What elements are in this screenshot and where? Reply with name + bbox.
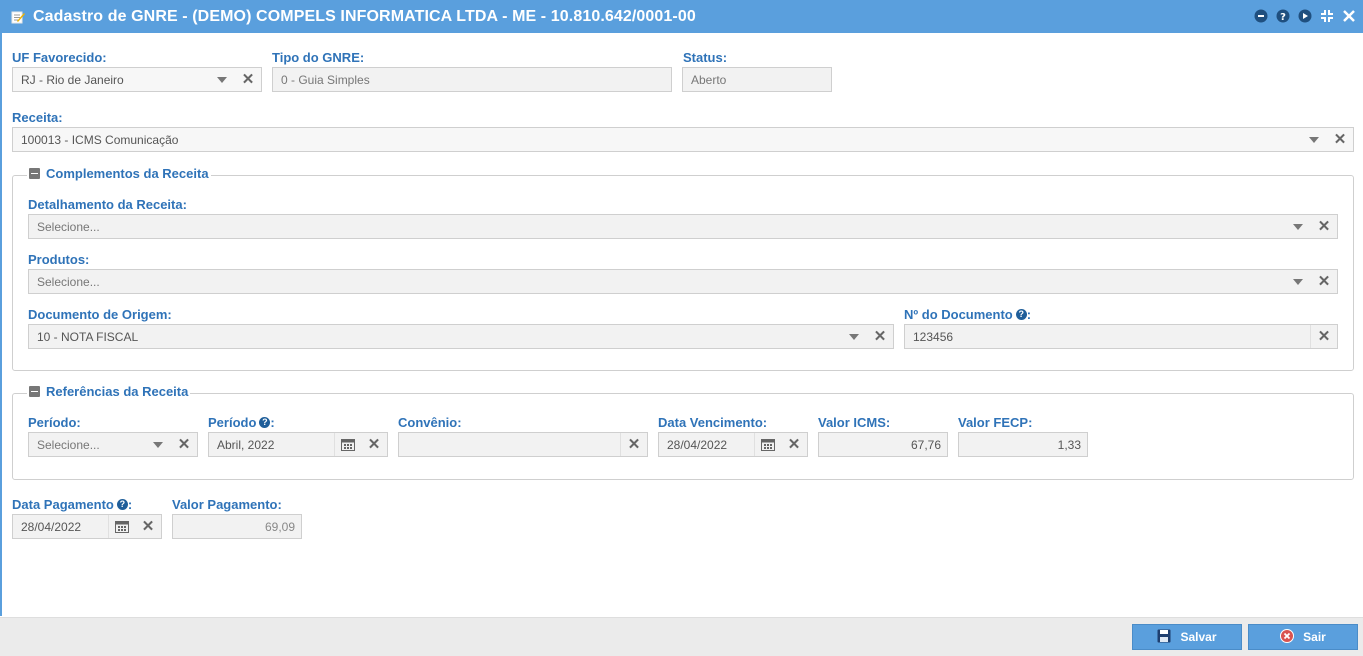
data-pagamento-label: Data Pagamento?: xyxy=(12,497,133,512)
periodo2-label: Período?: xyxy=(208,415,275,430)
referencias-title: Referências da Receita xyxy=(46,384,189,399)
data-pagamento-value: 28/04/2022 xyxy=(21,519,82,534)
convenio-label: Convênio: xyxy=(398,415,462,430)
receita-select[interactable]: 100013 - ICMS Comunicação ✕ xyxy=(12,127,1354,152)
produtos-label: Produtos: xyxy=(28,252,90,267)
valor-pagamento-label: Valor Pagamento: xyxy=(172,497,282,512)
title-controls: ? xyxy=(1253,8,1357,24)
numero-documento-value: 123456 xyxy=(913,329,954,344)
minimize-icon[interactable] xyxy=(1253,8,1269,24)
clear-icon[interactable]: ✕ xyxy=(1327,128,1353,151)
convenio-input[interactable]: ✕ xyxy=(398,432,648,457)
help-icon[interactable]: ? xyxy=(116,499,128,510)
complementos-legend[interactable]: Complementos da Receita xyxy=(27,166,211,181)
receita-label: Receita: xyxy=(12,110,63,125)
clear-icon[interactable]: ✕ xyxy=(361,433,387,456)
periodo-label: Período: xyxy=(28,415,81,430)
clear-icon[interactable]: ✕ xyxy=(621,433,647,456)
svg-text:?: ? xyxy=(1280,12,1286,23)
status-field: Aberto xyxy=(682,67,832,92)
valor-icms-field: 67,76 xyxy=(818,432,948,457)
uf-favorecido-value: RJ - Rio de Janeiro xyxy=(21,72,124,87)
detalhamento-label: Detalhamento da Receita: xyxy=(28,197,187,212)
data-vencimento-input[interactable]: 28/04/2022 ✕ xyxy=(658,432,808,457)
title-bar: Cadastro de GNRE - (DEMO) COMPELS INFORM… xyxy=(0,0,1363,33)
help-icon[interactable]: ? xyxy=(259,417,271,428)
numero-documento-label: Nº do Documento?: xyxy=(904,307,1032,322)
documento-origem-value: 10 - NOTA FISCAL xyxy=(37,329,139,344)
valor-fecp-field: 1,33 xyxy=(958,432,1088,457)
compress-icon[interactable] xyxy=(1319,8,1335,24)
calendar-icon[interactable] xyxy=(335,433,361,456)
periodo2-input[interactable]: Abril, 2022 ✕ xyxy=(208,432,388,457)
tipo-gnre-value: 0 - Guia Simples xyxy=(281,72,370,87)
valor-pagamento-field: 69,09 xyxy=(172,514,302,539)
exit-button[interactable]: Sair xyxy=(1248,624,1358,650)
periodo-placeholder: Selecione... xyxy=(37,437,100,452)
documento-origem-select[interactable]: 10 - NOTA FISCAL ✕ xyxy=(28,324,894,349)
collapse-icon[interactable] xyxy=(29,386,40,397)
tipo-gnre-field: 0 - Guia Simples xyxy=(272,67,672,92)
chevron-down-icon[interactable] xyxy=(145,433,171,456)
exit-circle-icon xyxy=(1280,628,1295,646)
data-pagamento-input[interactable]: 28/04/2022 ✕ xyxy=(12,514,162,539)
receita-value: 100013 - ICMS Comunicação xyxy=(21,132,179,147)
tipo-gnre-label: Tipo do GNRE: xyxy=(272,50,365,65)
edit-document-icon xyxy=(11,10,25,24)
chevron-down-icon[interactable] xyxy=(1285,270,1311,293)
detalhamento-placeholder: Selecione... xyxy=(37,219,100,234)
footer-bar: Salvar Sair xyxy=(0,617,1363,656)
chevron-down-icon[interactable] xyxy=(209,68,235,91)
detalhamento-select[interactable]: Selecione... ✕ xyxy=(28,214,1338,239)
next-icon[interactable] xyxy=(1297,8,1313,24)
help-icon[interactable]: ? xyxy=(1275,8,1291,24)
clear-icon[interactable]: ✕ xyxy=(1311,270,1337,293)
clear-icon[interactable]: ✕ xyxy=(135,515,161,538)
save-button[interactable]: Salvar xyxy=(1132,624,1242,650)
clear-icon[interactable]: ✕ xyxy=(235,68,261,91)
clear-icon[interactable]: ✕ xyxy=(171,433,197,456)
calendar-icon[interactable] xyxy=(109,515,135,538)
numero-documento-input[interactable]: 123456 ✕ xyxy=(904,324,1338,349)
clear-icon[interactable]: ✕ xyxy=(1311,325,1337,348)
calendar-icon[interactable] xyxy=(755,433,781,456)
referencias-legend[interactable]: Referências da Receita xyxy=(27,384,191,399)
valor-icms-label: Valor ICMS: xyxy=(818,415,891,430)
gnre-window: Cadastro de GNRE - (DEMO) COMPELS INFORM… xyxy=(0,0,1363,656)
clear-icon[interactable]: ✕ xyxy=(867,325,893,348)
uf-favorecido-select[interactable]: RJ - Rio de Janeiro ✕ xyxy=(12,67,262,92)
valor-fecp-value: 1,33 xyxy=(1057,437,1081,452)
valor-icms-value: 67,76 xyxy=(910,437,941,452)
data-vencimento-label: Data Vencimento: xyxy=(658,415,768,430)
documento-origem-label: Documento de Origem: xyxy=(28,307,172,322)
chevron-down-icon[interactable] xyxy=(841,325,867,348)
data-vencimento-value: 28/04/2022 xyxy=(667,437,728,452)
help-icon[interactable]: ? xyxy=(1015,309,1027,320)
status-label: Status: xyxy=(683,50,728,65)
close-icon[interactable] xyxy=(1341,8,1357,24)
complementos-title: Complementos da Receita xyxy=(46,166,209,181)
periodo2-value: Abril, 2022 xyxy=(217,437,275,452)
clear-icon[interactable]: ✕ xyxy=(1311,215,1337,238)
chevron-down-icon[interactable] xyxy=(1285,215,1311,238)
chevron-down-icon[interactable] xyxy=(1301,128,1327,151)
collapse-icon[interactable] xyxy=(29,168,40,179)
status-value: Aberto xyxy=(691,72,727,87)
valor-pagamento-value: 69,09 xyxy=(264,519,295,534)
uf-favorecido-label: UF Favorecido: xyxy=(12,50,107,65)
clear-icon[interactable]: ✕ xyxy=(781,433,807,456)
produtos-placeholder: Selecione... xyxy=(37,274,100,289)
valor-fecp-label: Valor FECP: xyxy=(958,415,1033,430)
window-title: Cadastro de GNRE - (DEMO) COMPELS INFORM… xyxy=(33,7,696,25)
produtos-select[interactable]: Selecione... ✕ xyxy=(28,269,1338,294)
floppy-disk-icon xyxy=(1157,629,1171,646)
periodo-select[interactable]: Selecione... ✕ xyxy=(28,432,198,457)
window-left-border xyxy=(0,33,2,616)
